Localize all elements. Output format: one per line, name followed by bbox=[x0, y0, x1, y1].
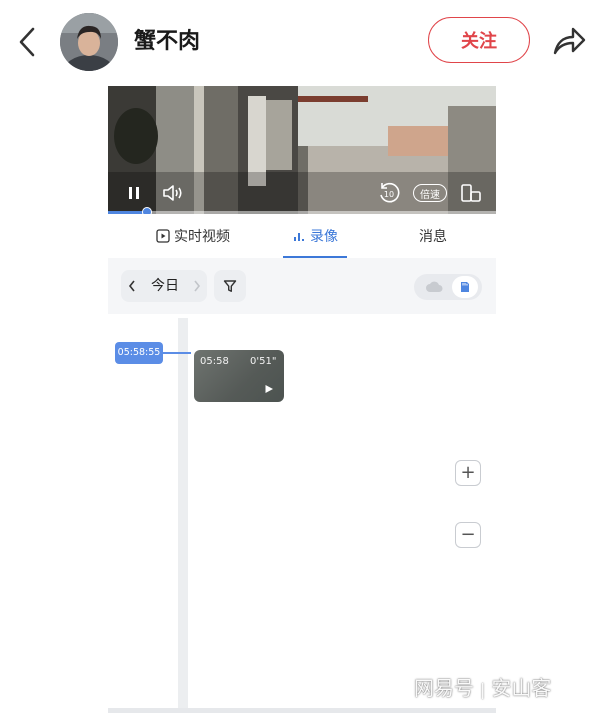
clip-start-time: 05:58 bbox=[200, 356, 229, 367]
storage-source-toggle bbox=[414, 274, 482, 300]
next-day-button[interactable] bbox=[187, 270, 207, 302]
share-button[interactable] bbox=[549, 22, 589, 60]
watermark-separator: | bbox=[480, 680, 486, 699]
recording-timeline[interactable]: 05:58:55 05:58 0'51" + − bbox=[108, 314, 496, 713]
chevron-left-icon bbox=[19, 27, 35, 57]
cloud-icon bbox=[426, 281, 443, 292]
timeline-rail[interactable] bbox=[178, 318, 188, 713]
tab-messages-label: 消息 bbox=[419, 229, 447, 245]
chevron-right-icon bbox=[194, 280, 201, 292]
playback-speed-button[interactable]: 倍速 bbox=[413, 184, 447, 202]
date-label[interactable]: 今日 bbox=[143, 270, 187, 302]
share-icon bbox=[553, 27, 586, 55]
author-avatar[interactable] bbox=[60, 13, 118, 71]
video-player[interactable]: 10 倍速 bbox=[108, 86, 496, 214]
zoom-out-button[interactable]: − bbox=[455, 522, 481, 548]
rewind-10-icon: 10 bbox=[380, 182, 400, 203]
recording-clip[interactable]: 05:58 0'51" bbox=[194, 350, 284, 402]
play-square-icon bbox=[156, 229, 170, 243]
back-button[interactable] bbox=[14, 24, 40, 60]
watermark: 网易号 | 安山客 bbox=[414, 672, 551, 701]
bar-chart-icon bbox=[294, 233, 304, 241]
pause-icon bbox=[129, 187, 139, 199]
date-selector: 今日 bbox=[121, 270, 207, 302]
cloud-storage-option[interactable] bbox=[420, 276, 448, 298]
svg-text:10: 10 bbox=[384, 190, 394, 199]
play-icon bbox=[265, 385, 273, 393]
tab-recordings[interactable]: 录像 bbox=[283, 214, 347, 258]
progress-handle[interactable] bbox=[141, 207, 152, 214]
tab-recordings-label: 录像 bbox=[310, 229, 338, 245]
speaker-icon bbox=[163, 185, 182, 201]
watermark-author: 安山客 bbox=[491, 676, 552, 700]
clip-play-button[interactable] bbox=[262, 382, 276, 396]
pause-button[interactable] bbox=[122, 182, 146, 204]
current-time-marker-line bbox=[163, 352, 191, 354]
rewind-10s-button[interactable]: 10 bbox=[376, 181, 402, 205]
tab-live-video-label: 实时视频 bbox=[174, 229, 230, 245]
camera-app-panel: 10 倍速 实时视频 录像 消息 今日 05:58:55 05:58 0'51"… bbox=[108, 86, 496, 713]
previous-day-button[interactable] bbox=[121, 270, 143, 302]
volume-button[interactable] bbox=[160, 182, 186, 204]
fullscreen-rotate-button[interactable] bbox=[458, 182, 484, 204]
chevron-left-icon bbox=[128, 280, 135, 292]
clip-duration: 0'51" bbox=[250, 356, 277, 367]
zoom-in-button[interactable]: + bbox=[455, 460, 481, 486]
author-name[interactable]: 蟹不肉 bbox=[134, 26, 200, 58]
tab-live-video[interactable]: 实时视频 bbox=[148, 214, 238, 258]
watermark-source: 网易号 bbox=[414, 676, 474, 700]
bottom-divider bbox=[108, 708, 496, 713]
filter-icon bbox=[223, 280, 237, 292]
filter-button[interactable] bbox=[214, 270, 246, 302]
follow-button[interactable]: 关注 bbox=[428, 17, 530, 63]
recording-toolbar: 今日 bbox=[108, 258, 496, 314]
sd-card-storage-option[interactable] bbox=[452, 276, 478, 298]
rotate-screen-icon bbox=[461, 184, 481, 202]
tab-bar: 实时视频 录像 消息 bbox=[108, 214, 496, 258]
current-time-badge: 05:58:55 bbox=[115, 342, 163, 364]
tab-messages[interactable]: 消息 bbox=[408, 214, 458, 258]
sd-card-icon bbox=[461, 282, 469, 292]
top-bar: 蟹不肉 关注 bbox=[0, 0, 599, 84]
